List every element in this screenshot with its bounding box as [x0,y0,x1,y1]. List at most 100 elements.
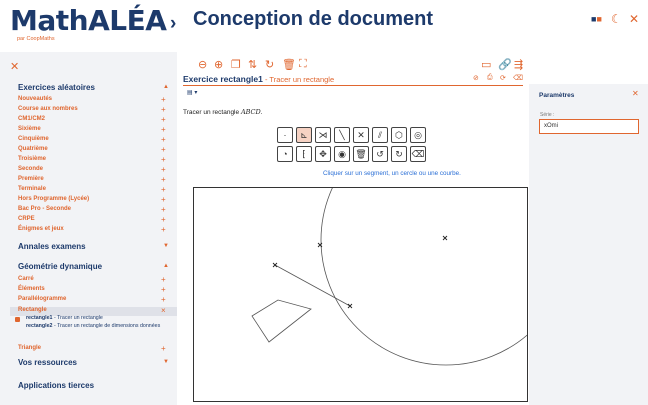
point-tool-icon[interactable]: · [277,127,293,143]
move-tool-icon[interactable]: ✥ [315,146,331,162]
refresh-icon[interactable]: ↻ [265,58,274,71]
collapse-caret-icon[interactable]: ▲ [163,263,169,269]
delete-icon[interactable]: ⌫ [513,74,523,82]
sidebar: ✕ Exercices aléatoires ▲ Annales examens… [0,52,177,405]
expand-plus-icon[interactable]: + [161,136,166,144]
expand-plus-icon[interactable]: + [161,286,166,294]
sidebar-item[interactable]: Rectangle [18,307,47,313]
sidebar-item[interactable]: Quatrième [18,146,48,152]
sidebar-item[interactable]: Hors Programme (Lycée) [18,196,89,202]
expand-plus-icon[interactable]: + [161,146,166,154]
drawn-segment [274,264,351,307]
sidebar-item[interactable]: Cinquième [18,136,49,142]
dark-mode-icon[interactable]: ☾ [611,12,622,26]
settings-icon[interactable]: ⟳ [500,74,506,82]
drawn-circle [320,188,527,366]
perpendicular-tool-icon[interactable]: ⊾ [296,127,312,143]
expand-plus-icon[interactable]: + [161,116,166,124]
geometry-canvas[interactable] [193,187,528,402]
language-flag-icon[interactable]: ■■ [591,14,602,24]
trash-tool-icon[interactable]: 🗑 [353,146,369,162]
drawn-quadrilateral [251,299,312,343]
sidebar-item[interactable]: Troisième [18,156,46,162]
redo-icon[interactable]: ↻ [391,146,407,162]
collapse-icon[interactable]: × [161,307,166,315]
zoom-out-icon[interactable]: ⊖ [198,58,207,71]
expand-plus-icon[interactable]: + [161,176,166,184]
print-icon[interactable]: ⎙ [487,74,493,82]
check-icon[interactable]: ⊘ [473,74,479,82]
sidebar-item[interactable]: CRPE [18,216,35,222]
sidebar-item[interactable]: Seconde [18,166,43,172]
expand-plus-icon[interactable]: + [161,206,166,214]
parameters-title: Paramètres [539,92,575,99]
expand-plus-icon[interactable]: + [161,276,166,284]
section-annales-examens[interactable]: Annales examens [18,242,86,251]
sidebar-item[interactable]: Première [18,176,44,182]
sidebar-item[interactable]: Sixième [18,126,41,132]
expand-plus-icon[interactable]: + [161,345,166,353]
expand-plus-icon[interactable]: + [161,156,166,164]
sort-icon[interactable]: ⇅ [248,58,257,71]
cross-tool-icon[interactable]: ✕ [353,127,369,143]
expand-plus-icon[interactable]: + [161,96,166,104]
projector-icon[interactable]: ▭ [481,58,491,71]
copy-icon[interactable]: ❐ [231,58,241,71]
rectangle2-item[interactable]: rectangle2 - Tracer un rectangle de dime… [26,323,166,330]
sidebar-item[interactable]: Nouveautés [18,96,52,102]
text-tool-icon[interactable]: ⁅ [296,146,312,162]
exercise-menu-icon[interactable]: ▤ ▾ [187,89,197,96]
exercise-title: Exercice rectangle1 - Tracer un rectangl… [183,74,335,84]
undo-icon[interactable]: ↺ [372,146,388,162]
serie-input[interactable]: xOmi [539,119,639,134]
sidebar-item[interactable]: Parallélogramme [18,296,66,302]
link-icon[interactable]: 🔗 [498,58,512,71]
exercise-statement: Tracer un rectangle ABCD. [183,108,263,116]
polygon-tool-icon[interactable]: ⬡ [391,127,407,143]
expand-plus-icon[interactable]: + [161,216,166,224]
params-close-icon[interactable]: ✕ [632,89,639,98]
expand-plus-icon[interactable]: + [161,126,166,134]
zoom-in-icon[interactable]: ⊕ [214,58,223,71]
sidebar-item[interactable]: CM1/CM2 [18,116,45,122]
sidebar-item[interactable]: Éléments [18,286,45,292]
close-icon[interactable]: ✕ [629,12,639,26]
expand-plus-icon[interactable]: + [161,196,166,204]
expand-caret-icon[interactable]: ▼ [163,243,169,249]
export-icon[interactable]: ⇶ [514,58,523,71]
sidebar-item[interactable]: Bac Pro - Seconde [18,206,71,212]
expand-plus-icon[interactable]: + [161,186,166,194]
expand-caret-icon[interactable]: ▼ [163,359,169,365]
page-title: Conception de document [193,8,433,30]
expand-plus-icon[interactable]: + [161,166,166,174]
parallel-tool-icon[interactable]: ⫽ [372,127,388,143]
expand-plus-icon[interactable]: + [161,226,166,234]
section-geometrie-dynamique[interactable]: Géométrie dynamique [18,262,102,271]
view-tool-icon[interactable]: ◉ [334,146,350,162]
point-3 [272,262,278,268]
sidebar-item[interactable]: Terminale [18,186,46,192]
fullscreen-icon[interactable]: ⛶ [299,58,307,71]
expand-plus-icon[interactable]: + [161,296,166,304]
sidebar-item[interactable]: Triangle [18,345,41,351]
sidebar-item[interactable]: Course aux nombres [18,106,78,112]
sidebar-item[interactable]: Carré [18,276,34,282]
section-vos-ressources[interactable]: Vos ressources [18,358,77,367]
rectangle1-item[interactable]: rectangle1 - Tracer un rectangle [26,315,166,322]
expand-plus-icon[interactable]: + [161,106,166,114]
collapse-caret-icon[interactable]: ▲ [163,84,169,90]
eraser-tool-icon[interactable]: ⌫ [410,146,426,162]
main-content: ⊖ ⊕ ❐ ⇅ ↻ 🗑 ⛶ ▭ 🔗 ⇶ Exercice rectangle1 … [177,52,529,405]
intersection-tool-icon[interactable]: ⋊ [315,127,331,143]
sidebar-item[interactable]: Énigmes et jeux [18,226,64,232]
geometry-drawing [251,188,527,366]
section-applications-tierces[interactable]: Applications tierces [18,381,94,390]
sidebar-close-icon[interactable]: ✕ [10,60,19,73]
trash-icon[interactable]: 🗑 [282,58,296,71]
app-logo[interactable]: MathALÉA [10,4,167,37]
segment-tool-icon[interactable]: ╲ [334,127,350,143]
section-exercices-aleatoires[interactable]: Exercices aléatoires [18,83,95,92]
compass-tool-icon[interactable]: ◔ [277,146,293,162]
circle-tool-icon[interactable]: ◎ [410,127,426,143]
point-4 [347,303,353,309]
